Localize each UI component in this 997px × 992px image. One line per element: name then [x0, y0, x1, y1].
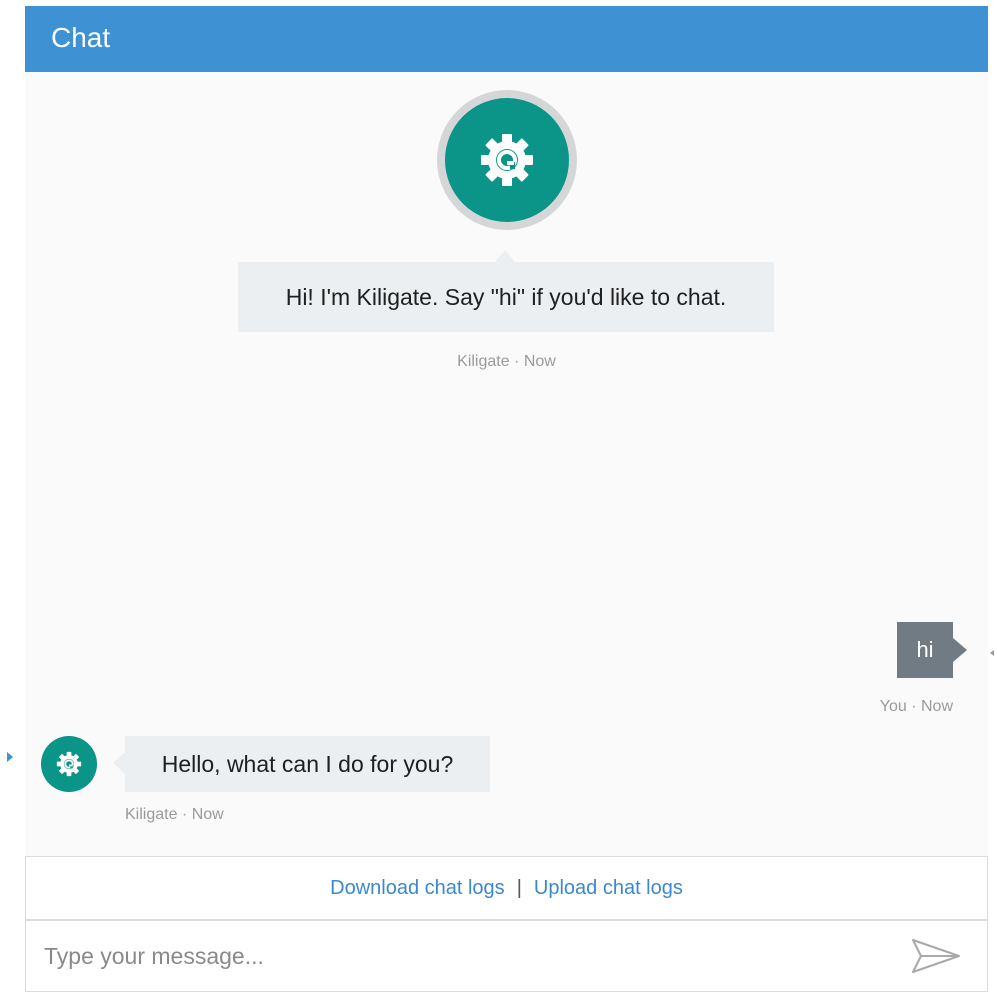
- bot-message-meta: Kiligate · Now: [125, 806, 224, 823]
- carousel-left-arrow-icon: [7, 752, 13, 762]
- chat-logs-bar: Download chat logs | Upload chat logs: [25, 856, 988, 920]
- gear-icon: [481, 134, 533, 186]
- message-composer: [25, 920, 988, 992]
- welcome-message-meta: Kiligate · Now: [457, 353, 556, 370]
- message-input[interactable]: [44, 933, 884, 979]
- chat-header: Chat: [25, 6, 988, 72]
- download-chat-logs-link[interactable]: Download chat logs: [330, 877, 505, 899]
- message-list[interactable]: Hi! I'm Kiligate. Say "hi" if you'd like…: [25, 72, 988, 856]
- upload-chat-logs-link[interactable]: Upload chat logs: [534, 877, 683, 899]
- chat-window: Chat Hi! I'm Kiligate. Say "hi" if you'd…: [25, 6, 988, 992]
- chat-title: Chat: [51, 22, 111, 53]
- user-message-meta: You · Now: [879, 698, 953, 715]
- user-bubble-pointer: [953, 638, 967, 662]
- gear-icon: [56, 751, 82, 777]
- logs-separator: |: [516, 877, 522, 899]
- bot-hero-avatar: [437, 90, 577, 230]
- bot-bubble-pointer: [113, 752, 125, 774]
- bot-hero-avatar-circle: [445, 98, 569, 222]
- send-icon: [912, 939, 960, 973]
- user-message-bubble: hi: [897, 622, 953, 678]
- carousel-right-arrow-icon: [990, 650, 994, 656]
- welcome-bubble-pointer: [495, 250, 515, 262]
- bot-avatar: [41, 736, 97, 792]
- bot-message-bubble: Hello, what can I do for you?: [125, 736, 490, 792]
- welcome-message-bubble: Hi! I'm Kiligate. Say "hi" if you'd like…: [238, 262, 774, 332]
- send-button[interactable]: [910, 937, 962, 975]
